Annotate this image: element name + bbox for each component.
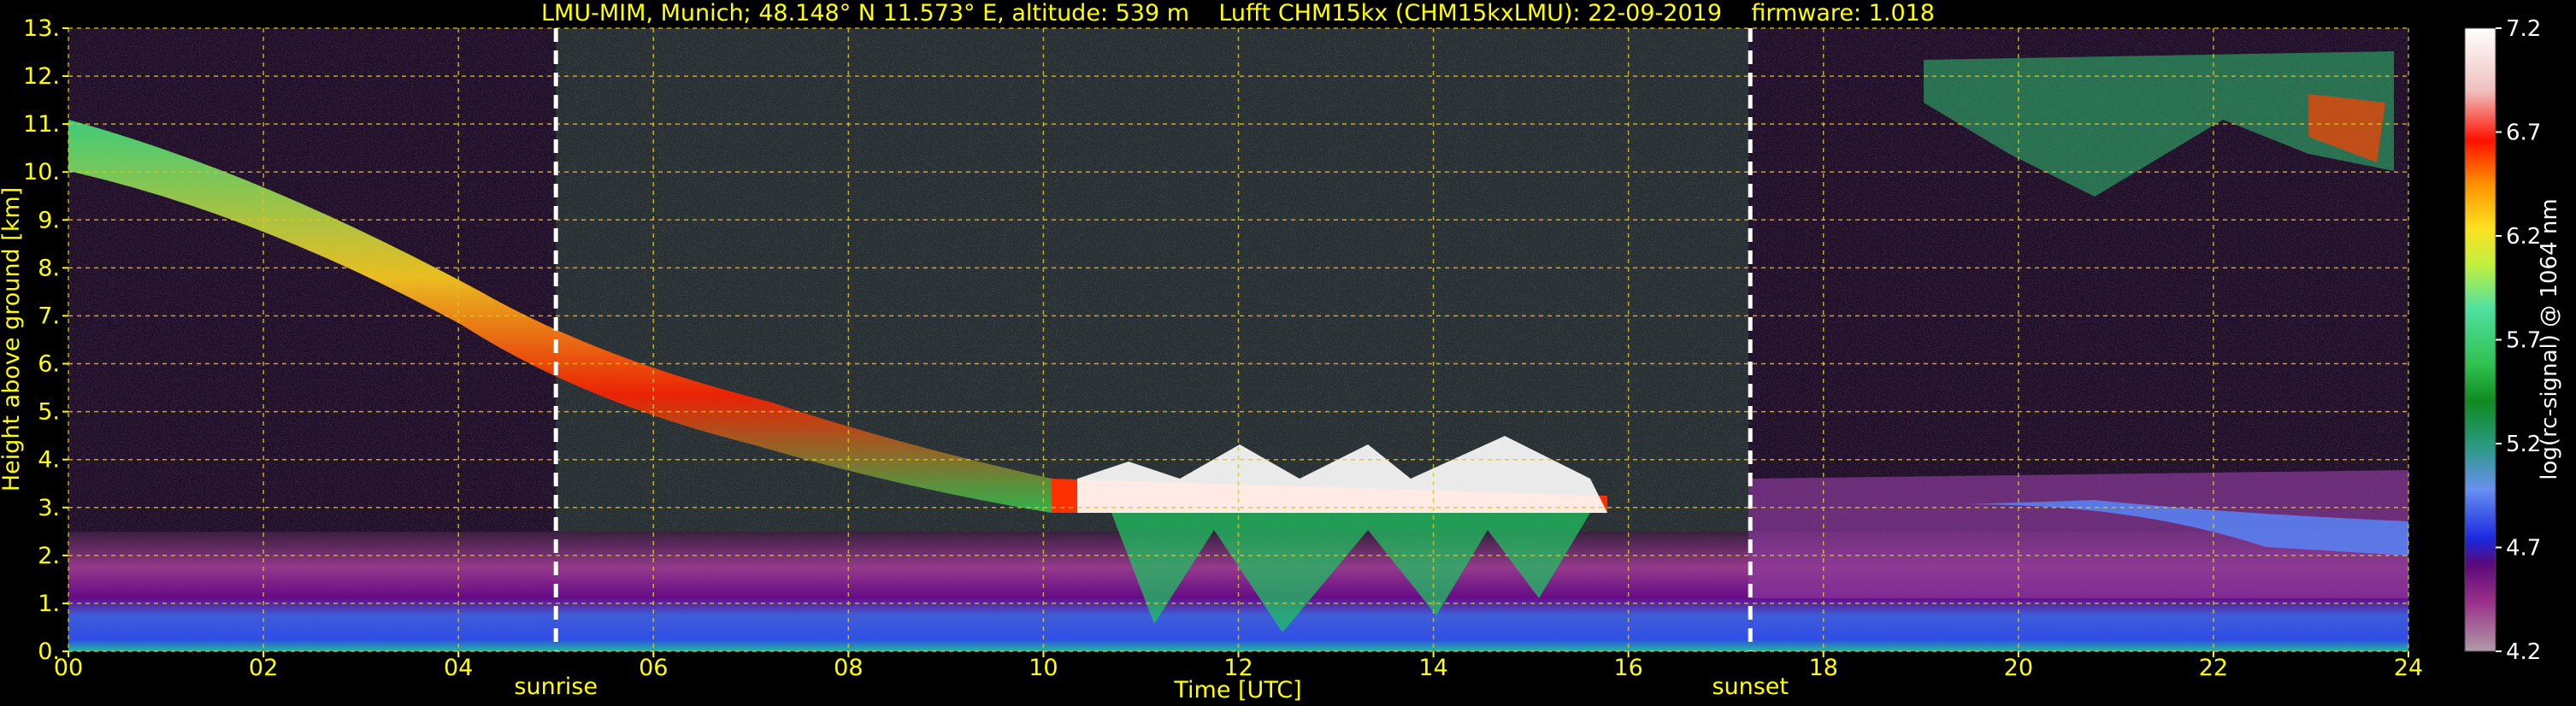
y-tick-label: 3. [38, 495, 60, 521]
x-tick-label: 22 [2199, 655, 2228, 681]
x-tick-label: 04 [444, 655, 473, 681]
ceilometer-chart: sunrise sunset 0.1.2.3.4.5.6.7.8.9.10.11.… [0, 0, 2562, 703]
y-tick-label: 11. [23, 111, 60, 138]
y-tick-label: 8. [38, 255, 60, 281]
y-tick-label: 2. [38, 543, 60, 569]
y-axis-ticks: 0.1.2.3.4.5.6.7.8.9.10.11.12.13. [23, 15, 68, 665]
y-axis-label: Height above ground [km] [0, 187, 25, 491]
sunrise-label: sunrise [514, 674, 598, 700]
colorbar [2464, 27, 2496, 652]
colorbar-tick-label: 7.2 [2506, 16, 2541, 42]
x-tick-label: 20 [2004, 655, 2033, 681]
colorbar-tick-label: 4.2 [2506, 639, 2541, 665]
x-tick-label: 24 [2394, 655, 2423, 681]
y-tick-label: 10. [23, 159, 60, 185]
x-tick-label: 06 [639, 655, 668, 681]
x-tick-label: 02 [249, 655, 278, 681]
x-tick-label: 08 [834, 655, 863, 681]
y-tick-label: 6. [38, 351, 60, 378]
colorbar-tick-label: 6.7 [2506, 121, 2541, 146]
colorbar-tick-label: 4.7 [2506, 536, 2541, 562]
colorbar-label: log(rc-signal) @ 1064 nm [2537, 198, 2562, 479]
y-tick-label: 13. [23, 15, 60, 42]
x-tick-label: 10 [1029, 655, 1058, 681]
x-tick-label: 00 [54, 655, 83, 681]
colorbar-ticks: 4.24.75.25.76.26.77.2 [2496, 16, 2541, 665]
chart-title: LMU-MIM, Munich; 48.148° N 11.573° E, al… [541, 0, 1935, 26]
y-tick-label: 5. [38, 399, 60, 426]
y-tick-label: 7. [38, 303, 60, 329]
y-tick-label: 4. [38, 447, 60, 474]
y-tick-label: 12. [23, 63, 60, 90]
y-tick-label: 9. [38, 207, 60, 233]
x-tick-label: 16 [1613, 655, 1642, 681]
y-tick-label: 1. [38, 591, 60, 617]
x-axis-label: Time [UTC] [1173, 677, 1301, 703]
x-tick-label: 18 [1809, 655, 1838, 681]
sunset-label: sunset [1712, 674, 1789, 700]
x-tick-label: 14 [1418, 655, 1447, 681]
